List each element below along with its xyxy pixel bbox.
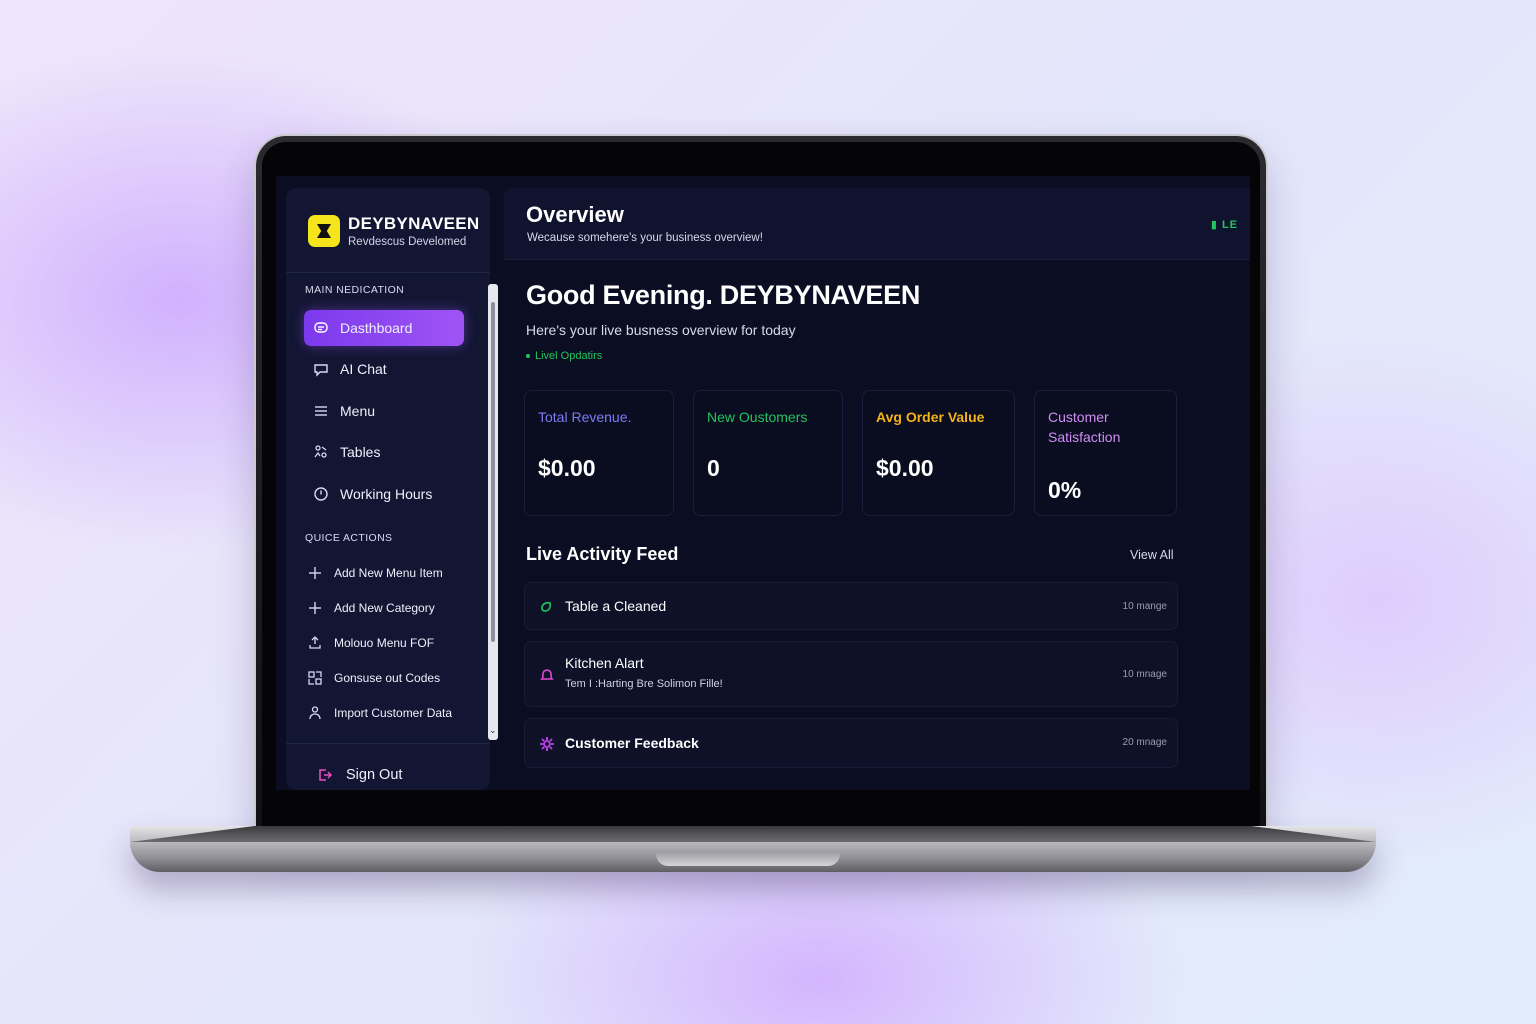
chat-bubble-icon [312,319,330,337]
sign-out-label: Sign Out [346,767,403,783]
quick-action-codes[interactable]: Gonsuse out Codes [306,669,440,687]
greeting-subtitle: Here's your live busness overview for to… [526,322,796,338]
status-badge-icon: ▮ [1210,219,1222,231]
page-title: Overview [526,202,624,227]
sidebar-scrollbar[interactable]: ⌄ [488,284,498,740]
main-content: Overview Wecause somehere's your busines… [504,188,1250,790]
feed-item[interactable]: Customer Feedback 20 mnage [524,718,1178,768]
brand-logo-icon [308,215,340,247]
quick-action-add-category[interactable]: Add New Category [306,599,435,617]
stat-value: 0% [1048,477,1082,503]
stat-value: 0 [707,455,720,481]
stat-label: Total Revenue. [538,409,632,425]
sign-out-button[interactable]: Sign Out [316,766,402,784]
greeting-title: Good Evening. DEYBYNAVEEN [526,280,921,310]
status-badge: ▮ LE [1211,218,1238,231]
brand: DEYBYNAVEEN Revdescus Develomed [308,214,479,248]
bell-icon [539,667,555,688]
feed-item-title: Customer Feedback [565,735,699,751]
live-updates-indicator: Livel Opdatirs [526,350,602,362]
quick-action-add-menu-item[interactable]: Add New Menu Item [306,564,443,582]
sign-out-icon [316,766,334,784]
stat-label: Avg Order Value [876,409,985,425]
message-icon [312,360,330,378]
quick-action-upload-menu[interactable]: Molouo Menu FOF [306,634,434,652]
sidebar: DEYBYNAVEEN Revdescus Develomed MAIN NED… [286,188,498,790]
stat-value: $0.00 [538,455,596,481]
qr-icon [306,669,324,687]
plus-icon [306,564,324,582]
brand-subtitle: Revdescus Develomed [348,236,467,248]
live-updates-label: Livel Opdatirs [535,350,603,362]
laptop-notch [656,852,840,866]
main-section-label: MAIN NEDICATION [305,284,405,296]
top-bar: Overview Wecause somehere's your busines… [504,188,1250,260]
nav-item-tables[interactable]: Tables [304,434,464,470]
nav-item-dashboard[interactable]: Dasthboard [304,310,464,346]
quick-action-label: Import Customer Data [334,706,453,720]
quick-actions-label: QUICE ACTIONS [305,532,393,544]
feed-item[interactable]: Kitchen Alart Tem I :Harting Bre Solimon… [524,641,1178,707]
feed-item-time: 20 mnage [1122,737,1167,748]
chevron-down-icon[interactable]: ⌄ [489,725,497,736]
quick-action-label: Add New Category [334,601,435,615]
nav-item-menu[interactable]: Menu [304,393,464,429]
status-badge-label: LE [1221,219,1238,231]
table-icon [312,443,330,461]
laptop-keyboard-edge [130,826,1376,842]
nav-label: Dasthboard [340,320,413,336]
nav-label: Tables [340,444,381,460]
feed-title: Live Activity Feed [526,544,679,564]
stat-card-customer-satisfaction: Customer Satisfaction 0% [1034,390,1177,516]
live-dot-icon [526,354,530,358]
app-screen: DEYBYNAVEEN Revdescus Develomed MAIN NED… [276,176,1250,790]
brand-name: DEYBYNAVEEN [348,214,480,233]
upload-icon [306,634,324,652]
quick-action-label: Add New Menu Item [334,566,443,580]
clock-icon [312,485,330,503]
feed-item-title: Table a Cleaned [565,598,667,614]
page-subtitle: Wecause somehere's your business overvie… [527,232,763,244]
stat-label: Customer Satisfaction [1048,409,1121,445]
feed-item-time: 10 mange [1122,601,1167,612]
sidebar-divider [286,272,490,273]
user-import-icon [306,704,324,722]
feed-item-detail: Tem I :Harting Bre Solimon Fille! [565,678,723,690]
nav-item-ai-chat[interactable]: AI Chat [304,351,464,387]
scrollbar-thumb[interactable] [491,302,495,642]
quick-action-label: Molouo Menu FOF [334,636,435,650]
feed-item-time: 10 mnage [1122,669,1167,680]
nav-label: Working Hours [340,486,433,502]
stat-card-total-revenue: Total Revenue. $0.00 [524,390,674,516]
sidebar-divider [286,743,490,744]
feed-item[interactable]: Table a Cleaned 10 mange [524,582,1178,630]
quick-action-import-customers[interactable]: Import Customer Data [306,704,452,722]
nav-label: Menu [340,403,376,419]
gear-icon [539,736,555,757]
stat-value: $0.00 [876,455,934,481]
view-all-link[interactable]: View All [1130,548,1174,562]
nav-label: AI Chat [340,361,387,377]
stat-label: New Oustomers [707,409,808,425]
stat-card-new-customers: New Oustomers 0 [693,390,843,516]
plus-icon [306,599,324,617]
nav-item-working-hours[interactable]: Working Hours [304,476,464,512]
feed-item-title: Kitchen Alart [565,655,644,671]
stat-card-avg-order-value: Avg Order Value $0.00 [862,390,1015,516]
list-icon [312,402,330,420]
quick-action-label: Gonsuse out Codes [334,671,441,685]
leaf-icon [539,599,555,620]
